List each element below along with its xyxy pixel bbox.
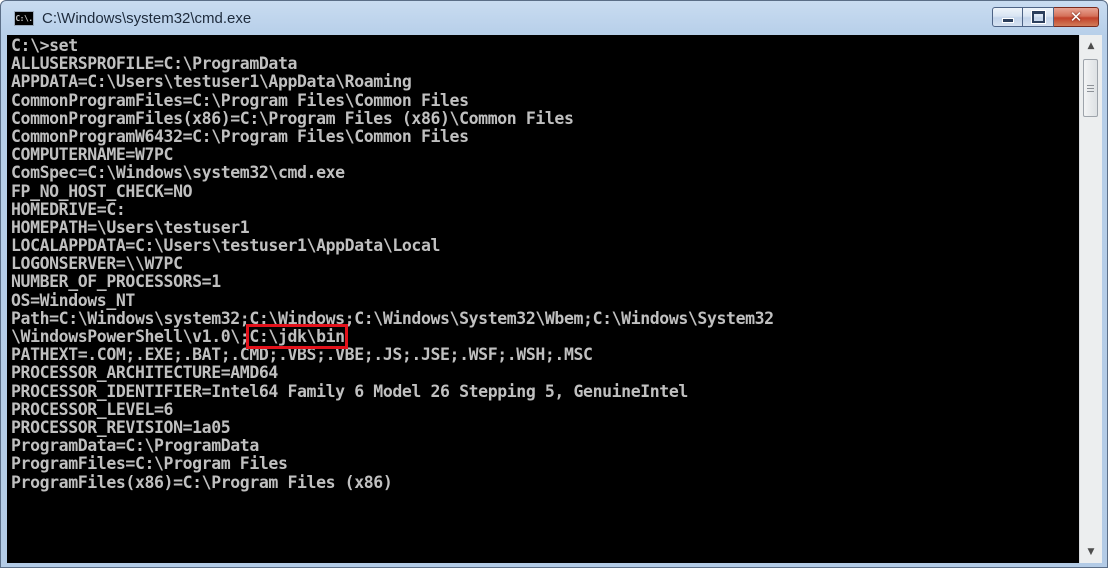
console-line: CommonProgramFiles(x86)=C:\Program Files… — [11, 108, 574, 128]
maximize-icon — [1031, 11, 1045, 23]
vertical-scrollbar[interactable]: ▲ ▼ — [1079, 35, 1102, 563]
console-line: APPDATA=C:\Users\testuser1\AppData\Roami… — [11, 72, 412, 92]
minimize-button[interactable] — [992, 7, 1023, 27]
console-line: PROCESSOR_LEVEL=6 — [11, 399, 174, 419]
console-line: PATHEXT=.COM;.EXE;.BAT;.CMD;.VBS;.VBE;.J… — [11, 345, 593, 365]
console-output[interactable]: C:\>set ALLUSERSPROFILE=C:\ProgramData A… — [7, 35, 1079, 563]
jdk-bin-highlight: C:\jdk\bin — [246, 324, 348, 349]
console-line: HOMEPATH=\Users\testuser1 — [11, 217, 250, 237]
title-bar[interactable]: C:\. C:\Windows\system32\cmd.exe ✕ — [1, 1, 1107, 35]
minimize-icon — [1001, 18, 1014, 23]
console-line: ProgramFiles=C:\Program Files — [11, 454, 288, 474]
console-line: PROCESSOR_IDENTIFIER=Intel64 Family 6 Mo… — [11, 381, 688, 401]
window-title: C:\Windows\system32\cmd.exe — [42, 9, 252, 27]
console-line: CommonProgramFiles=C:\Program Files\Comm… — [11, 90, 469, 110]
console-line: ALLUSERSPROFILE=C:\ProgramData — [11, 54, 298, 74]
console-line: LOCALAPPDATA=C:\Users\testuser1\AppData\… — [11, 236, 441, 256]
close-icon: ✕ — [1069, 7, 1083, 26]
scrollbar-thumb[interactable] — [1083, 59, 1098, 117]
console-line-path-continued: \WindowsPowerShell\v1.0\;C:\jdk\bin — [11, 324, 774, 349]
console-line: PROCESSOR_ARCHITECTURE=AMD64 — [11, 363, 278, 383]
console-line: FP_NO_HOST_CHECK=NO — [11, 181, 193, 201]
console-line: ProgramFiles(x86)=C:\Program Files (x86) — [11, 472, 393, 492]
console-line: LOGONSERVER=\\W7PC — [11, 254, 183, 274]
console-line: PROCESSOR_REVISION=1a05 — [11, 417, 231, 437]
cmd-window: C:\. C:\Windows\system32\cmd.exe ✕ C:\>s… — [0, 0, 1108, 568]
window-controls: ✕ — [992, 7, 1099, 27]
console-line: C:\>set — [11, 36, 78, 55]
console-line: HOMEDRIVE=C: — [11, 199, 126, 219]
console-line: ComSpec=C:\Windows\system32\cmd.exe — [11, 163, 345, 183]
thumb-grip-icon — [1087, 84, 1094, 92]
scroll-up-icon[interactable]: ▲ — [1080, 35, 1102, 57]
console-line: NUMBER_OF_PROCESSORS=1 — [11, 272, 221, 292]
console-line: Path=C:\Windows\system32;C:\Windows;C:\W… — [11, 308, 774, 328]
scroll-down-icon[interactable]: ▼ — [1080, 541, 1102, 563]
console-lines: C:\>set ALLUSERSPROFILE=C:\ProgramData A… — [11, 36, 774, 492]
console-line: ProgramData=C:\ProgramData — [11, 436, 259, 456]
path-continuation: \WindowsPowerShell\v1.0\; — [11, 327, 250, 346]
console-line: COMPUTERNAME=W7PC — [11, 145, 174, 165]
close-button[interactable]: ✕ — [1054, 7, 1099, 27]
console-line: OS=Windows_NT — [11, 290, 135, 310]
maximize-button[interactable] — [1023, 7, 1054, 27]
cmd-app-icon[interactable]: C:\. — [14, 10, 34, 26]
console-line: CommonProgramW6432=C:\Program Files\Comm… — [11, 126, 469, 146]
